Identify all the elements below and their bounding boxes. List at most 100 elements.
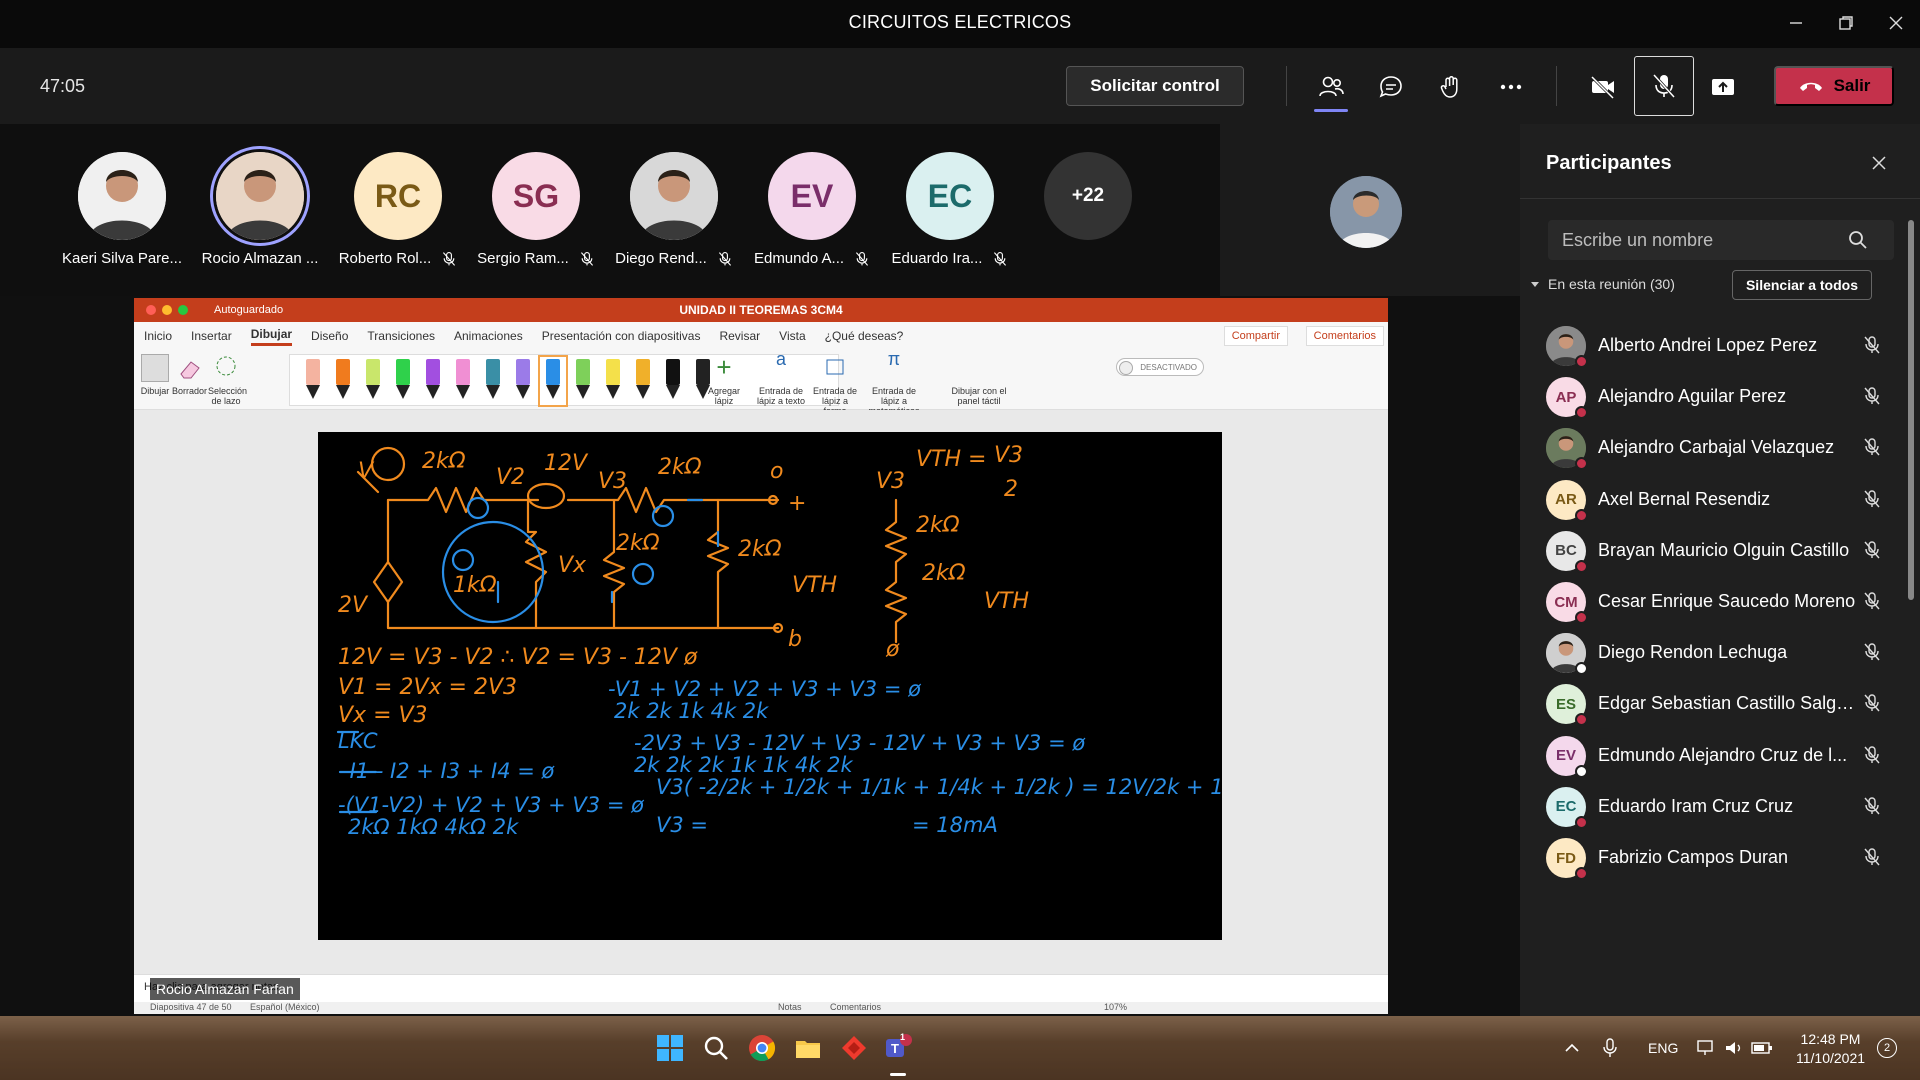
tray-volume[interactable] bbox=[1722, 1030, 1746, 1066]
participant-row[interactable]: FD Fabrizio Campos Duran bbox=[1520, 826, 1910, 888]
participant-tile[interactable]: Kaeri Silva Pare... bbox=[52, 152, 192, 267]
pen-swatch[interactable] bbox=[538, 355, 568, 407]
slide-whiteboard[interactable]: 2V V 2kΩ V2 12V V3 2kΩ 1kΩ 2kΩ 2kΩ Vx VTH o + b… bbox=[318, 432, 1285, 940]
leave-button[interactable]: Salir bbox=[1774, 66, 1894, 106]
mic-off-icon bbox=[1862, 489, 1882, 509]
close-panel-icon[interactable] bbox=[1864, 148, 1894, 178]
participant-name: Sergio Ram... bbox=[477, 250, 569, 267]
pen-swatch[interactable] bbox=[632, 359, 654, 403]
pen-swatch[interactable] bbox=[392, 359, 414, 403]
zoom-level[interactable]: 107% bbox=[1104, 1002, 1127, 1012]
add-pen-button[interactable]: + Agregar lápiz bbox=[704, 354, 744, 406]
lasso-tool[interactable]: Selección de lazo bbox=[208, 354, 247, 406]
restore-icon[interactable] bbox=[1826, 8, 1866, 38]
anydesk-app[interactable] bbox=[836, 1030, 872, 1066]
mic-off-icon bbox=[1862, 437, 1882, 457]
pen-swatch[interactable] bbox=[572, 359, 594, 403]
search-input[interactable] bbox=[1548, 229, 1848, 251]
svg-text:2kΩ: 2kΩ bbox=[916, 513, 960, 538]
share-button[interactable] bbox=[1698, 62, 1748, 112]
search-icon bbox=[704, 1036, 728, 1060]
tab-transiciones[interactable]: Transiciones bbox=[367, 329, 435, 343]
participant-tile[interactable]: RC Roberto Rol... bbox=[328, 152, 468, 267]
tab-diseno[interactable]: Diseño bbox=[311, 329, 348, 343]
ppt-share-button[interactable]: Compartir bbox=[1223, 326, 1288, 346]
participant-tile[interactable]: EC Eduardo Ira... bbox=[880, 152, 1020, 267]
diamond-app-icon bbox=[842, 1036, 866, 1060]
svg-text:ø: ø bbox=[885, 637, 900, 662]
eraser-tool-label: Borrador bbox=[172, 386, 208, 396]
more-actions-button[interactable] bbox=[1486, 62, 1536, 112]
ink-to-text-button[interactable]: a Entrada de lápiz a texto bbox=[756, 350, 806, 406]
notification-center[interactable]: 2 bbox=[1874, 1030, 1900, 1066]
participant-tile[interactable]: Diego Rend... bbox=[604, 152, 744, 267]
windows-logo-icon bbox=[657, 1035, 683, 1061]
pen-swatch[interactable] bbox=[452, 359, 474, 403]
pen-swatch[interactable] bbox=[422, 359, 444, 403]
self-view-tile[interactable] bbox=[1220, 124, 1520, 296]
ink-to-math-button[interactable]: π Entrada de lápiz a matemáticas bbox=[864, 350, 924, 416]
status-comments-toggle[interactable]: Comentarios bbox=[830, 1002, 881, 1012]
camera-button[interactable] bbox=[1578, 62, 1628, 112]
tray-battery[interactable] bbox=[1750, 1030, 1774, 1066]
minimize-icon[interactable] bbox=[1776, 8, 1816, 38]
avatar-initials: CM bbox=[1554, 593, 1578, 611]
panel-scrollbar[interactable] bbox=[1908, 220, 1914, 600]
touch-draw-label: Dibujar con el panel táctil bbox=[951, 386, 1007, 406]
more-participants-button[interactable]: +22 bbox=[1044, 152, 1132, 240]
svg-text:VTH =: VTH = bbox=[916, 447, 986, 472]
tab-dibujar[interactable]: Dibujar bbox=[250, 327, 293, 346]
input-language[interactable]: ENG bbox=[1648, 1040, 1678, 1056]
active-app-indicator bbox=[890, 1073, 906, 1076]
speaker-notes-field[interactable]: Haz clic para agregar notas bbox=[134, 974, 1388, 1002]
tab-insertar[interactable]: Insertar bbox=[191, 329, 232, 343]
network-icon bbox=[1697, 1040, 1713, 1055]
ppt-ribbon-tabs: Inicio Insertar Dibujar Diseño Transicio… bbox=[134, 322, 1388, 350]
tab-presentacion[interactable]: Presentación con diapositivas bbox=[542, 329, 701, 343]
pen-swatch[interactable] bbox=[602, 359, 624, 403]
close-window-icon[interactable] bbox=[1876, 8, 1916, 38]
ppt-comments-button[interactable]: Comentarios bbox=[1305, 326, 1384, 346]
pen-swatch[interactable] bbox=[662, 359, 684, 403]
participant-tile[interactable]: EV Edmundo A... bbox=[742, 152, 882, 267]
participant-tile[interactable]: Rocio Almazan ... bbox=[190, 152, 330, 267]
pen-swatch[interactable] bbox=[302, 359, 324, 403]
in-meeting-section[interactable]: En esta reunión (30) bbox=[1530, 276, 1675, 292]
request-control-button[interactable]: Solicitar control bbox=[1066, 66, 1244, 106]
pen-swatch[interactable] bbox=[332, 359, 354, 403]
draw-tool[interactable]: Dibujar bbox=[140, 354, 170, 396]
participants-button[interactable] bbox=[1306, 62, 1356, 112]
tray-network[interactable] bbox=[1694, 1030, 1718, 1066]
teams-app[interactable]: T 1 bbox=[880, 1030, 916, 1076]
tab-vista[interactable]: Vista bbox=[779, 329, 805, 343]
pen-swatch[interactable] bbox=[512, 359, 534, 403]
mute-all-button[interactable]: Silenciar a todos bbox=[1732, 270, 1872, 300]
reactions-button[interactable] bbox=[1426, 62, 1476, 112]
pen-swatch[interactable] bbox=[362, 359, 384, 403]
mic-button[interactable] bbox=[1634, 56, 1694, 116]
participant-tile[interactable]: SG Sergio Ram... bbox=[466, 152, 606, 267]
chevron-up-icon bbox=[1565, 1043, 1579, 1052]
eraser-tool[interactable]: Borrador bbox=[172, 354, 208, 396]
clock[interactable]: 12:48 PM 11/10/2021 bbox=[1796, 1030, 1865, 1068]
svg-text:+: + bbox=[788, 491, 806, 516]
notes-toggle[interactable]: Notas bbox=[778, 1002, 802, 1012]
chrome-app[interactable] bbox=[744, 1030, 780, 1066]
chat-button[interactable] bbox=[1366, 62, 1416, 112]
avatar-initials: EC bbox=[1555, 798, 1577, 816]
tab-animaciones[interactable]: Animaciones bbox=[454, 329, 523, 343]
tray-microphone[interactable] bbox=[1598, 1030, 1622, 1066]
tell-me-box[interactable]: ¿Qué deseas? bbox=[825, 329, 904, 343]
pen-swatch[interactable] bbox=[482, 359, 504, 403]
tray-overflow[interactable] bbox=[1560, 1030, 1584, 1066]
tab-inicio[interactable]: Inicio bbox=[144, 329, 172, 343]
taskbar-search[interactable] bbox=[698, 1030, 734, 1066]
file-explorer-app[interactable] bbox=[790, 1030, 826, 1066]
start-button[interactable] bbox=[652, 1030, 688, 1066]
svg-text:12V: 12V bbox=[544, 451, 589, 476]
ink-to-shape-button[interactable]: Entrada de lápiz a forma bbox=[810, 354, 860, 416]
svg-text:2V: 2V bbox=[338, 593, 369, 618]
tab-revisar[interactable]: Revisar bbox=[719, 329, 760, 343]
search-icon[interactable] bbox=[1848, 230, 1868, 250]
touch-draw-toggle[interactable]: DESACTIVADO bbox=[1116, 358, 1204, 376]
